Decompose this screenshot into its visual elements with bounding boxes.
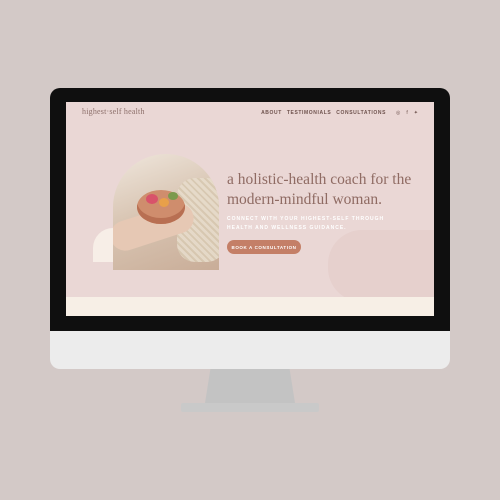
monitor-stand-neck [205,369,295,403]
monitor-stand-base [181,403,319,412]
photo-fruit [159,198,169,207]
book-consultation-button[interactable]: BOOK A CONSULTATION [227,240,301,254]
hero-headline: a holistic-health coach for the modern-m… [227,171,412,208]
photo-fruit [146,194,158,204]
facebook-icon[interactable]: f [406,110,407,116]
twitter-icon[interactable]: ✦ [414,110,418,116]
decorative-blob [328,230,434,302]
social-links: ◎ f ✦ [396,110,418,116]
nav-link-testimonials[interactable]: TESTIMONIALS [287,110,331,116]
website-screen: highest·self health ABOUT TESTIMONIALS C… [66,102,434,316]
nav-link-consultations[interactable]: CONSULTATIONS [336,110,386,116]
instagram-icon[interactable]: ◎ [396,110,400,116]
monitor-chin [50,331,450,369]
hero-subheadline: CONNECT WITH YOUR HIGHEST-SELF THROUGH H… [227,216,385,231]
nav-link-about[interactable]: ABOUT [261,110,282,116]
photo-fruit [168,192,178,200]
main-nav: ABOUT TESTIMONIALS CONSULTATIONS ◎ f ✦ [261,110,418,116]
site-logo[interactable]: highest·self health [82,107,145,116]
hero-photo [113,154,219,270]
section-divider-band [66,297,434,316]
